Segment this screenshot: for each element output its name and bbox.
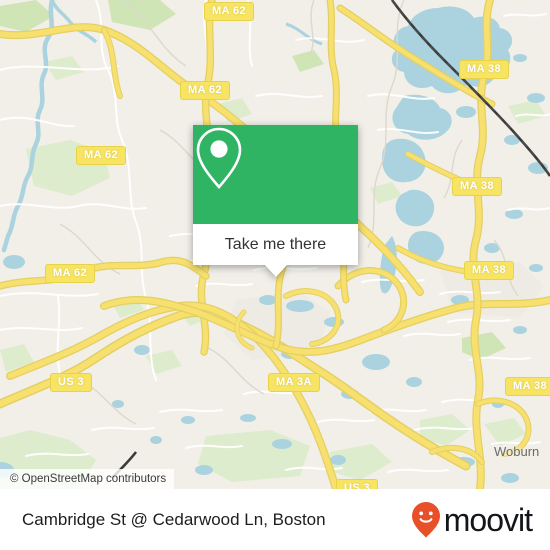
screenshot-root: .w{fill:#aad3df} .g{fill:#ddeccd} .g2{fi… [0,0,550,550]
footer-bar: Cambridge St @ Cedarwood Ln, Boston moov… [0,489,550,550]
route-shield: MA 62 [204,2,254,21]
route-shield: MA 38 [452,177,502,196]
popup-header [193,125,358,224]
station-title: Cambridge St @ Cedarwood Ln, Boston [22,509,326,529]
route-shield: US 3 [50,373,93,392]
route-shield: MA 62 [76,146,126,165]
map-canvas[interactable]: .w{fill:#aad3df} .g{fill:#ddeccd} .g2{fi… [0,0,550,489]
route-shield: MA 38 [464,261,514,280]
route-shield: US 3 [336,479,379,489]
location-popup-card[interactable]: Take me there [193,125,358,277]
place-label-woburn: Woburn [494,444,540,459]
moovit-logo[interactable]: moovit [411,501,533,539]
popup-action-label: Take me there [224,235,327,253]
popup-action-button[interactable]: Take me there [193,224,358,265]
map-attribution[interactable]: © OpenStreetMap contributors [0,469,175,489]
route-shield: MA 38 [459,60,509,79]
route-shield: MA 38 [505,377,550,396]
popup-pointer-tail [264,265,287,277]
route-shield: MA 62 [45,264,95,283]
moovit-wordmark: moovit [443,501,533,538]
map-pin-icon [196,127,242,189]
moovit-smiley-pin-icon [411,501,440,537]
route-shield: MA 3A [268,373,320,392]
route-shield: MA 62 [180,81,230,100]
